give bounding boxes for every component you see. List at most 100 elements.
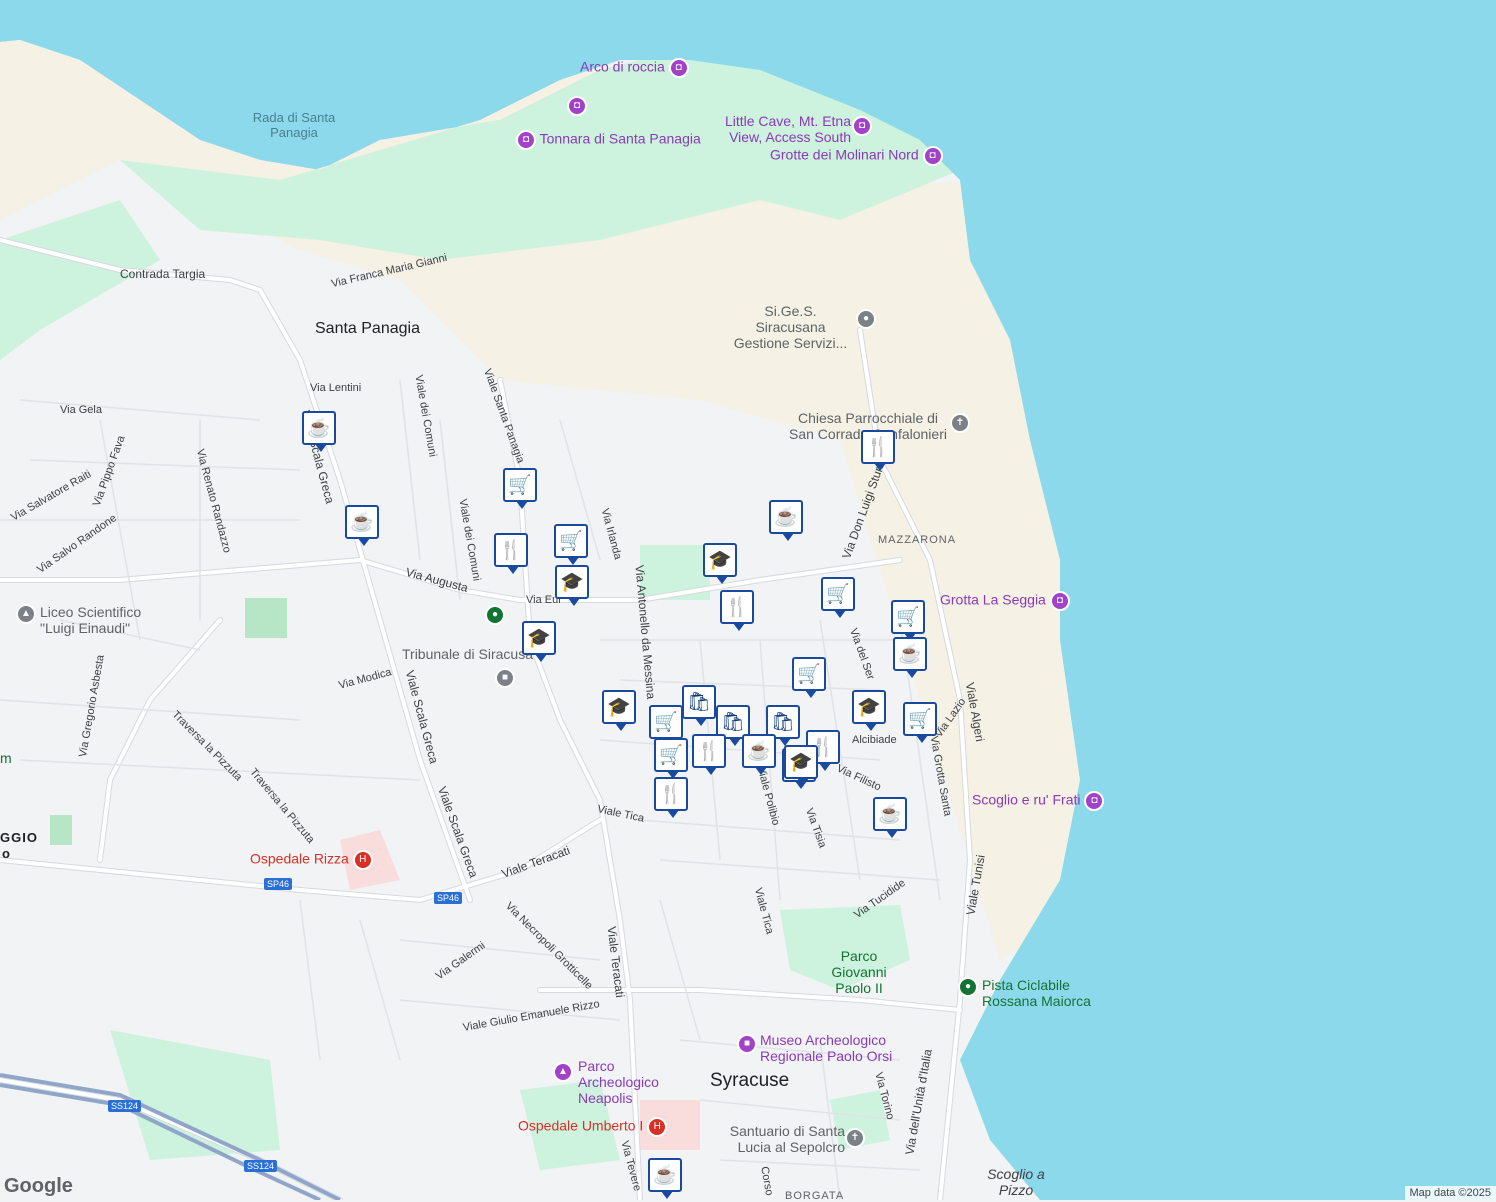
poi-chiesa-icon[interactable]: ✝ bbox=[950, 413, 970, 433]
poi-label: Arco di roccia bbox=[580, 59, 665, 75]
map-pin-cafe[interactable]: ☕ bbox=[742, 734, 776, 768]
poi-label: Si.Ge.S. Siracusana Gestione Servizi... bbox=[734, 303, 848, 351]
camera-icon: ◘ bbox=[852, 116, 872, 136]
poi-liceo-label: Liceo Scientifico "Luigi Einaudi" bbox=[40, 604, 170, 636]
poi-tonnara[interactable]: ◘ Tonnara di Santa Panagia bbox=[516, 130, 701, 150]
shopping-icon: 🛍 bbox=[771, 710, 795, 734]
map-pin-grocery[interactable]: 🛒 bbox=[554, 524, 588, 558]
map-pin-school[interactable]: 🎓 bbox=[784, 745, 818, 779]
restaurant-icon: 🍴 bbox=[499, 538, 523, 562]
map-pin-school[interactable]: 🎓 bbox=[703, 543, 737, 577]
poi-label: Tonnara di Santa Panagia bbox=[540, 131, 701, 147]
map-pin-shopping[interactable]: 🛍 bbox=[682, 685, 716, 719]
poi-pista-ciclabile[interactable]: ● bbox=[958, 977, 978, 997]
map-pin-restaurant[interactable]: 🍴 bbox=[720, 590, 754, 624]
restaurant-icon: 🍴 bbox=[659, 782, 683, 806]
pin-icon: ● bbox=[856, 309, 876, 329]
poi-arco-di-roccia[interactable]: Arco di roccia ◘ bbox=[580, 58, 689, 78]
grocery-icon: 🛒 bbox=[654, 710, 678, 734]
poi-little-cave-icon[interactable]: ◘ bbox=[852, 116, 872, 136]
map-pin-cafe[interactable]: ☕ bbox=[302, 411, 336, 445]
map-pin-grocery[interactable]: 🛒 bbox=[821, 577, 855, 611]
poi-museo[interactable]: ■ bbox=[737, 1034, 757, 1054]
camera-icon: ◘ bbox=[1050, 591, 1070, 611]
hospital-icon: H bbox=[353, 850, 373, 870]
park-icon: ● bbox=[958, 977, 978, 997]
road-alcibiade: Alcibiade bbox=[852, 734, 897, 746]
poi-little-cave[interactable]: Little Cave, Mt. Etna View, Access South bbox=[723, 113, 851, 145]
map-pin-cafe[interactable]: ☕ bbox=[769, 500, 803, 534]
road-via-lentini: Via Lentini bbox=[310, 382, 361, 394]
poi-grotta-seggia[interactable]: Grotta La Seggia ◘ bbox=[940, 591, 1070, 611]
school-icon: 🎓 bbox=[607, 695, 631, 719]
map-attribution[interactable]: Map data ©2025 bbox=[1405, 1186, 1496, 1200]
poi-ospedale-umberto[interactable]: Ospedale Umberto I H bbox=[518, 1117, 667, 1137]
poi-liceo[interactable]: ▲ bbox=[16, 604, 36, 624]
camera-icon: ◘ bbox=[669, 58, 689, 78]
district-label-borgata: BORGATA bbox=[785, 1190, 844, 1202]
restaurant-icon: 🍴 bbox=[725, 595, 749, 619]
map-pin-school[interactable]: 🎓 bbox=[522, 621, 556, 655]
poi-label: Grotta La Seggia bbox=[940, 592, 1046, 608]
map-pin-grocery[interactable]: 🛒 bbox=[503, 468, 537, 502]
map-pin-cafe[interactable]: ☕ bbox=[893, 637, 927, 671]
road-via-gela: Via Gela bbox=[60, 404, 102, 416]
school-icon: 🎓 bbox=[708, 548, 732, 572]
map-pin-school[interactable]: 🎓 bbox=[602, 690, 636, 724]
map-pin-restaurant[interactable]: 🍴 bbox=[692, 734, 726, 768]
grocery-icon: 🛒 bbox=[659, 743, 683, 767]
cafe-icon: ☕ bbox=[774, 505, 798, 529]
poi-tribunale-icon[interactable]: ■ bbox=[495, 668, 515, 688]
road-shield-ss124: SS124 bbox=[244, 1160, 277, 1172]
poi-tribunale-marker[interactable]: ● bbox=[485, 605, 505, 625]
shopping-icon: 🛍 bbox=[687, 690, 711, 714]
poi-grotte-molinari[interactable]: Grotte dei Molinari Nord ◘ bbox=[770, 146, 943, 166]
museum-icon: ■ bbox=[737, 1034, 757, 1054]
school-icon: ▲ bbox=[16, 604, 36, 624]
map-pin-restaurant[interactable]: 🍴 bbox=[861, 430, 895, 464]
map-pin-grocery[interactable]: 🛒 bbox=[903, 702, 937, 736]
district-label-ggio: GGIO bbox=[0, 830, 38, 845]
map-pin-cafe[interactable]: ☕ bbox=[873, 797, 907, 831]
road-shield-sp46: SP46 bbox=[264, 878, 292, 890]
restaurant-icon: 🍴 bbox=[697, 739, 721, 763]
map-pin-cafe[interactable]: ☕ bbox=[345, 505, 379, 539]
water-label-rada: Rada di Santa Panagia bbox=[250, 110, 338, 140]
map-pin-cafe[interactable]: ☕ bbox=[648, 1158, 682, 1192]
school-icon: 🎓 bbox=[527, 626, 551, 650]
school-icon: 🎓 bbox=[789, 750, 813, 774]
camera-icon: ◘ bbox=[1084, 791, 1104, 811]
poi-scoglio-frati[interactable]: Scoglio e ru' Frati ◘ bbox=[972, 791, 1104, 811]
place-icon: ● bbox=[485, 605, 505, 625]
cafe-icon: ☕ bbox=[653, 1163, 677, 1187]
restaurant-icon: 🍴 bbox=[866, 435, 890, 459]
poi-label: Ospedale Umberto I bbox=[518, 1118, 643, 1134]
poi-sigess[interactable]: Si.Ge.S. Siracusana Gestione Servizi... bbox=[728, 303, 853, 351]
camera-icon: ◘ bbox=[923, 146, 943, 166]
poi-sigess-icon[interactable]: ● bbox=[856, 309, 876, 329]
poi-santuario-icon[interactable]: ✝ bbox=[845, 1128, 865, 1148]
map-pin-school[interactable]: 🎓 bbox=[555, 565, 589, 599]
map-pin-school[interactable]: 🎓 bbox=[852, 690, 886, 724]
google-logo: Google bbox=[4, 1175, 73, 1198]
map-pin-grocery[interactable]: 🛒 bbox=[792, 657, 826, 691]
cafe-icon: ☕ bbox=[878, 802, 902, 826]
map-pin-grocery[interactable]: 🛒 bbox=[654, 738, 688, 772]
grocery-icon: 🛒 bbox=[797, 662, 821, 686]
poi-pista-label: Pista Ciclabile Rossana Maiorca bbox=[982, 977, 1094, 1009]
camera-icon: ◘ bbox=[516, 130, 536, 150]
poi-ospedale-rizza[interactable]: Ospedale Rizza H bbox=[250, 850, 373, 870]
poi-label: Ospedale Rizza bbox=[250, 851, 349, 867]
church-icon: ✝ bbox=[845, 1128, 865, 1148]
poi-unnamed-camera[interactable]: ◘ bbox=[567, 96, 587, 116]
courthouse-icon: ■ bbox=[495, 668, 515, 688]
map-pin-restaurant[interactable]: 🍴 bbox=[494, 533, 528, 567]
church-icon: ✝ bbox=[950, 413, 970, 433]
map-pin-grocery[interactable]: 🛒 bbox=[649, 705, 683, 739]
poi-label: Scoglio e ru' Frati bbox=[972, 792, 1081, 808]
map-pin-grocery[interactable]: 🛒 bbox=[891, 600, 925, 634]
map-pin-restaurant[interactable]: 🍴 bbox=[654, 777, 688, 811]
poi-parco-neapolis[interactable]: ▲ bbox=[553, 1062, 573, 1082]
shopping-icon: 🛍 bbox=[721, 710, 745, 734]
district-label-mazzarona: MAZZARONA bbox=[878, 534, 956, 546]
